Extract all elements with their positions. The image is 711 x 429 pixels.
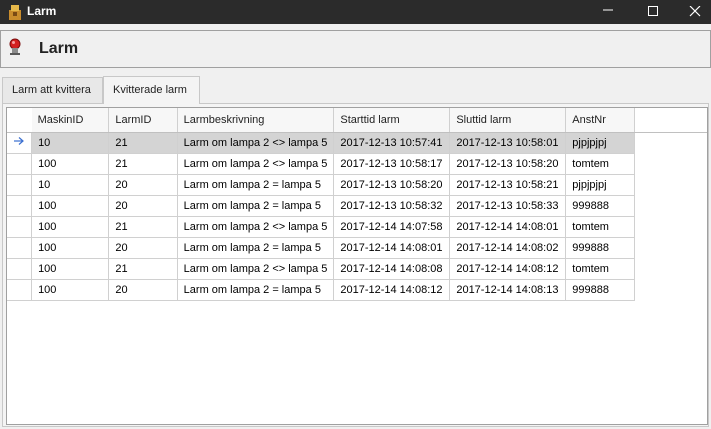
cell-larmbeskrivning[interactable]: Larm om lampa 2 = lampa 5: [177, 237, 335, 259]
row-header-corner: [7, 108, 32, 133]
cell-maskinid[interactable]: 100: [31, 195, 110, 217]
row-indicator[interactable]: [7, 258, 33, 280]
row-indicator[interactable]: [7, 153, 33, 175]
close-button[interactable]: [672, 0, 711, 24]
column-header-starttid[interactable]: Starttid larm: [333, 108, 451, 133]
cell-sluttid[interactable]: 2017-12-14 14:08:01: [449, 216, 567, 238]
cell-larmbeskrivning[interactable]: Larm om lampa 2 <> lampa 5: [177, 216, 335, 238]
alarm-table: MaskinID LarmID Larmbeskrivning Starttid…: [7, 108, 707, 301]
cell-starttid[interactable]: 2017-12-14 14:08:08: [333, 258, 451, 280]
cell-anstnr[interactable]: tomtem: [565, 153, 635, 175]
cell-starttid[interactable]: 2017-12-13 10:58:20: [333, 174, 451, 196]
header-filler: [634, 108, 707, 133]
table-row[interactable]: 100 21 Larm om lampa 2 <> lampa 5 2017-1…: [7, 258, 707, 280]
cell-larmid[interactable]: 21: [108, 258, 178, 280]
cell-anstnr[interactable]: pjpjpjpj: [565, 174, 635, 196]
column-header-anstnr[interactable]: AnstNr: [565, 108, 635, 133]
row-indicator[interactable]: [7, 195, 33, 217]
cell-larmbeskrivning[interactable]: Larm om lampa 2 <> lampa 5: [177, 132, 335, 154]
cell-larmbeskrivning[interactable]: Larm om lampa 2 = lampa 5: [177, 174, 335, 196]
cell-sluttid[interactable]: 2017-12-13 10:58:33: [449, 195, 567, 217]
table-row[interactable]: 100 20 Larm om lampa 2 = lampa 5 2017-12…: [7, 279, 707, 301]
cell-starttid[interactable]: 2017-12-14 14:07:58: [333, 216, 451, 238]
cell-anstnr[interactable]: 999888: [565, 279, 635, 301]
cell-starttid[interactable]: 2017-12-14 14:08:12: [333, 279, 451, 301]
table-row[interactable]: 10 21 Larm om lampa 2 <> lampa 5 2017-12…: [7, 132, 707, 154]
cell-starttid[interactable]: 2017-12-13 10:58:17: [333, 153, 451, 175]
cell-larmid[interactable]: 21: [108, 216, 178, 238]
maximize-icon: [648, 6, 658, 16]
cell-sluttid[interactable]: 2017-12-14 14:08:02: [449, 237, 567, 259]
cell-larmid[interactable]: 21: [108, 153, 178, 175]
close-icon: [689, 6, 701, 17]
minimize-icon: [603, 9, 613, 11]
cell-anstnr[interactable]: tomtem: [565, 216, 635, 238]
cell-maskinid[interactable]: 10: [31, 132, 110, 154]
cell-larmid[interactable]: 20: [108, 195, 178, 217]
cell-sluttid[interactable]: 2017-12-13 10:58:21: [449, 174, 567, 196]
cell-maskinid[interactable]: 100: [31, 258, 110, 280]
tab-kvitterade-larm[interactable]: Kvitterade larm: [103, 76, 200, 104]
column-header-larmid[interactable]: LarmID: [108, 108, 178, 133]
cell-larmbeskrivning[interactable]: Larm om lampa 2 <> lampa 5: [177, 153, 335, 175]
cell-larmid[interactable]: 20: [108, 237, 178, 259]
row-indicator[interactable]: [7, 174, 33, 196]
page-title: Larm: [39, 40, 79, 57]
app-icon: [6, 3, 24, 21]
cell-anstnr[interactable]: 999888: [565, 195, 635, 217]
minimize-button[interactable]: [585, 0, 631, 24]
cell-anstnr[interactable]: pjpjpjpj: [565, 132, 635, 154]
row-indicator[interactable]: [7, 237, 33, 259]
cell-maskinid[interactable]: 10: [31, 174, 110, 196]
table-row[interactable]: 100 20 Larm om lampa 2 = lampa 5 2017-12…: [7, 195, 707, 217]
row-indicator[interactable]: [7, 216, 33, 238]
alarm-grid[interactable]: MaskinID LarmID Larmbeskrivning Starttid…: [6, 107, 708, 425]
cell-larmbeskrivning[interactable]: Larm om lampa 2 <> lampa 5: [177, 258, 335, 280]
arrow-right-icon: [14, 137, 24, 145]
table-row[interactable]: 100 20 Larm om lampa 2 = lampa 5 2017-12…: [7, 237, 707, 259]
column-header-larmbeskrivning[interactable]: Larmbeskrivning: [177, 108, 335, 133]
column-header-sluttid[interactable]: Sluttid larm: [449, 108, 567, 133]
table-row[interactable]: 100 21 Larm om lampa 2 <> lampa 5 2017-1…: [7, 216, 707, 238]
cell-larmbeskrivning[interactable]: Larm om lampa 2 = lampa 5: [177, 279, 335, 301]
cell-anstnr[interactable]: 999888: [565, 237, 635, 259]
cell-larmid[interactable]: 20: [108, 279, 178, 301]
table-row[interactable]: 100 21 Larm om lampa 2 <> lampa 5 2017-1…: [7, 153, 707, 175]
cell-anstnr[interactable]: tomtem: [565, 258, 635, 280]
window-title: Larm: [27, 4, 57, 18]
cell-sluttid[interactable]: 2017-12-13 10:58:01: [449, 132, 567, 154]
cell-starttid[interactable]: 2017-12-14 14:08:01: [333, 237, 451, 259]
cell-sluttid[interactable]: 2017-12-14 14:08:13: [449, 279, 567, 301]
tab-larm-att-kvittera[interactable]: Larm att kvittera: [2, 77, 103, 103]
cell-larmid[interactable]: 20: [108, 174, 178, 196]
maximize-button[interactable]: [630, 0, 676, 24]
alarm-bell-icon: [7, 38, 23, 56]
cell-maskinid[interactable]: 100: [31, 279, 110, 301]
table-row[interactable]: 10 20 Larm om lampa 2 = lampa 5 2017-12-…: [7, 174, 707, 196]
row-indicator[interactable]: [7, 132, 33, 154]
column-header-maskinid[interactable]: MaskinID: [31, 108, 110, 133]
cell-starttid[interactable]: 2017-12-13 10:57:41: [333, 132, 451, 154]
cell-larmbeskrivning[interactable]: Larm om lampa 2 = lampa 5: [177, 195, 335, 217]
cell-maskinid[interactable]: 100: [31, 153, 110, 175]
row-indicator[interactable]: [7, 279, 33, 301]
cell-maskinid[interactable]: 100: [31, 237, 110, 259]
header-panel: Larm: [0, 30, 711, 68]
cell-sluttid[interactable]: 2017-12-13 10:58:20: [449, 153, 567, 175]
header-row: MaskinID LarmID Larmbeskrivning Starttid…: [7, 108, 707, 133]
cell-maskinid[interactable]: 100: [31, 216, 110, 238]
title-bar: Larm: [0, 0, 711, 24]
cell-starttid[interactable]: 2017-12-13 10:58:32: [333, 195, 451, 217]
cell-sluttid[interactable]: 2017-12-14 14:08:12: [449, 258, 567, 280]
cell-larmid[interactable]: 21: [108, 132, 178, 154]
